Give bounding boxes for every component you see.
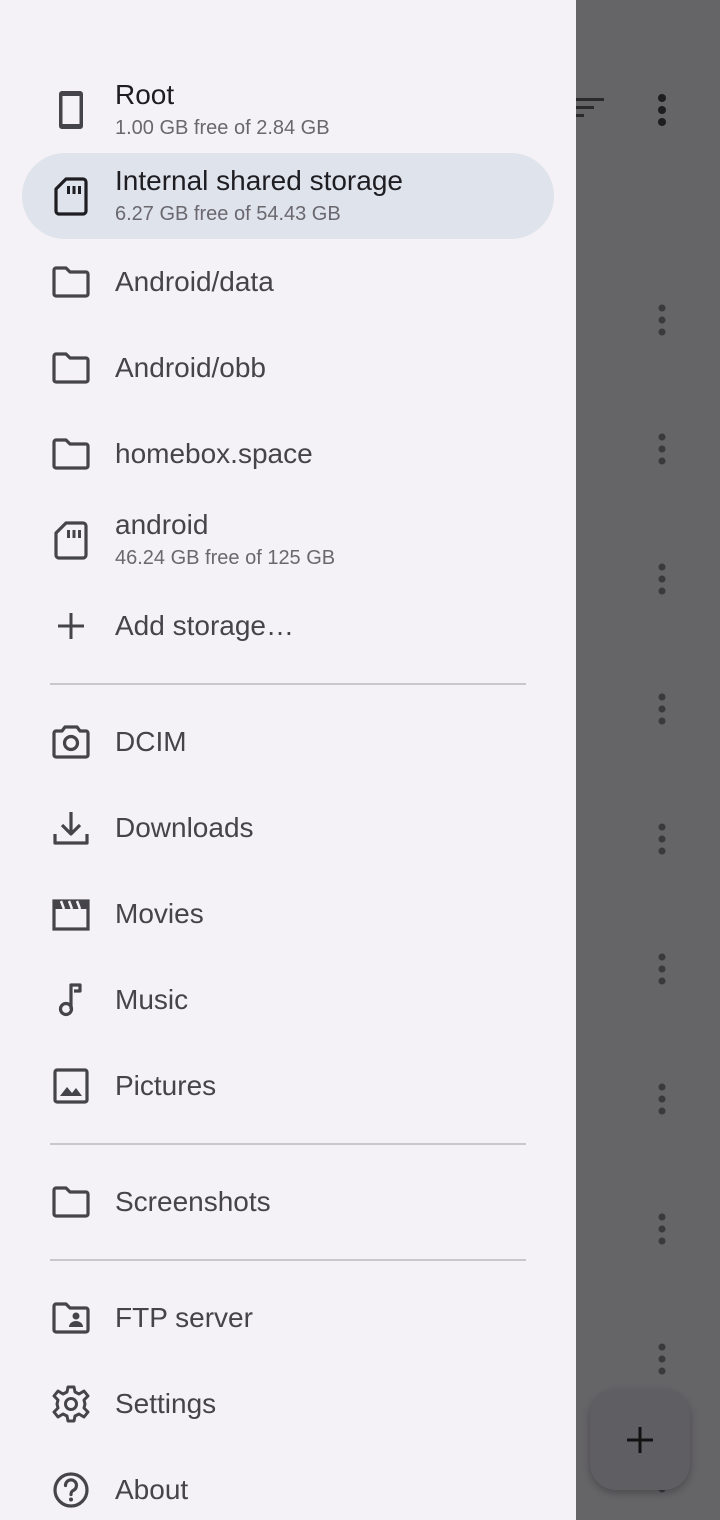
item-menu-icon[interactable] [646, 1079, 678, 1119]
dir-item-label: Movies [115, 898, 204, 929]
section-divider [50, 683, 526, 685]
music-note-icon [50, 979, 92, 1021]
gear-icon [50, 1383, 92, 1425]
navigation-drawer: Root 1.00 GB free of 2.84 GB Internal sh… [0, 0, 576, 1520]
item-menu-icon[interactable] [646, 819, 678, 859]
add-storage-button[interactable]: Add storage… [22, 583, 554, 669]
storage-item-homebox-space[interactable]: homebox.space [22, 411, 554, 497]
storage-item-label: Android/obb [115, 352, 267, 383]
menu-item-label: Settings [115, 1388, 217, 1419]
storage-item-label: Root [115, 79, 175, 110]
menu-item-label: About [115, 1474, 189, 1505]
item-menu-icon[interactable] [646, 949, 678, 989]
item-menu-icon[interactable] [646, 559, 678, 599]
sort-icon[interactable] [572, 90, 608, 126]
menu-item-about[interactable]: About [22, 1447, 554, 1520]
folder-icon [50, 433, 92, 475]
storage-item-android-obb[interactable]: Android/obb [22, 325, 554, 411]
movie-icon [50, 893, 92, 935]
storage-item-label: Internal shared storage [115, 165, 403, 196]
dir-item-pictures[interactable]: Pictures [22, 1043, 554, 1129]
dir-item-label: DCIM [115, 726, 187, 757]
item-menu-icon[interactable] [646, 689, 678, 729]
dir-item-movies[interactable]: Movies [22, 871, 554, 957]
camera-icon [50, 721, 92, 763]
folder-icon [50, 1181, 92, 1223]
storage-item-label: Android/data [115, 266, 274, 297]
dir-item-music[interactable]: Music [22, 957, 554, 1043]
dir-item-label: Pictures [115, 1070, 217, 1101]
sd-card-icon [50, 519, 92, 561]
storage-item-android-data[interactable]: Android/data [22, 239, 554, 325]
help-circle-icon [50, 1469, 92, 1511]
dir-item-label: Downloads [115, 812, 254, 843]
storage-item-internal-shared-storage[interactable]: Internal shared storage 6.27 GB free of … [22, 153, 554, 239]
phone-icon [50, 89, 92, 131]
section-divider [50, 1259, 526, 1261]
item-menu-icon[interactable] [646, 429, 678, 469]
add-storage-label: Add storage… [115, 610, 294, 641]
storage-item-free-space: 1.00 GB free of 2.84 GB [115, 117, 330, 139]
item-menu-icon[interactable] [646, 1209, 678, 1249]
folder-icon [50, 347, 92, 389]
item-menu-icon[interactable] [646, 1339, 678, 1379]
storage-item-label: android [115, 509, 209, 540]
menu-item-label: FTP server [115, 1302, 253, 1333]
image-icon [50, 1065, 92, 1107]
storage-item-android[interactable]: android 46.24 GB free of 125 GB [22, 497, 554, 583]
dir-item-dcim[interactable]: DCIM [22, 699, 554, 785]
more-options-icon[interactable] [646, 90, 678, 130]
plus-icon [627, 1427, 653, 1453]
dir-item-label: Music [115, 984, 189, 1015]
plus-icon [50, 605, 92, 647]
folder-shared-icon [50, 1297, 92, 1339]
folder-icon [50, 261, 92, 303]
bookmark-item-label: Screenshots [115, 1186, 271, 1217]
bookmark-item-screenshots[interactable]: Screenshots [22, 1159, 554, 1245]
section-divider [50, 1143, 526, 1145]
storage-item-label: homebox.space [115, 438, 313, 469]
menu-item-ftp-server[interactable]: FTP server [22, 1275, 554, 1361]
item-menu-icon[interactable] [646, 300, 678, 340]
storage-item-root[interactable]: Root 1.00 GB free of 2.84 GB [22, 67, 554, 153]
storage-item-free-space: 6.27 GB free of 54.43 GB [115, 203, 341, 225]
storage-item-free-space: 46.24 GB free of 125 GB [115, 547, 336, 569]
dir-item-downloads[interactable]: Downloads [22, 785, 554, 871]
add-fab-button[interactable] [590, 1390, 690, 1490]
sd-card-icon [50, 175, 92, 217]
download-icon [50, 807, 92, 849]
menu-item-settings[interactable]: Settings [22, 1361, 554, 1447]
